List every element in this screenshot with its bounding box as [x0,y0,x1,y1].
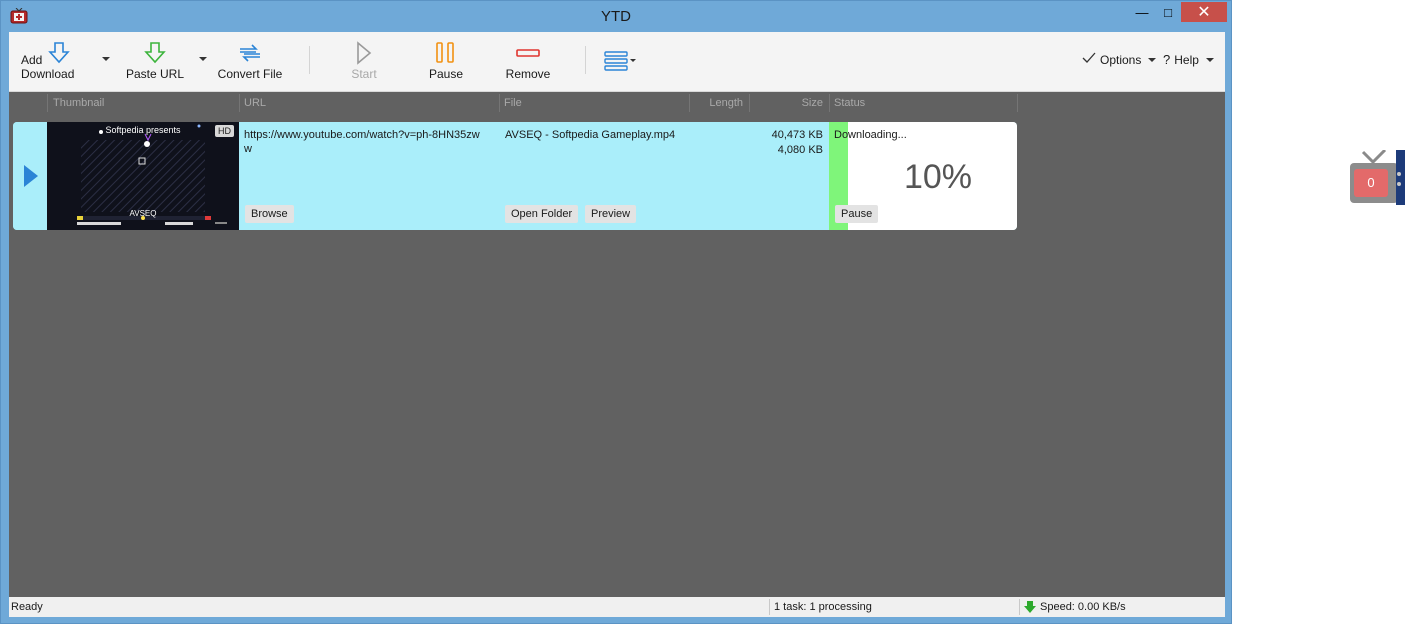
preview-button[interactable]: Preview [585,205,637,223]
pause-label: Pause [428,67,464,81]
minimize-button[interactable]: — [1128,2,1156,22]
close-button[interactable]: ✕ [1181,2,1227,22]
download-count-badge: 0 [1354,169,1388,197]
status-divider [769,599,770,615]
list-view-icon [604,51,636,71]
floating-download-widget[interactable]: 0 [1349,150,1405,205]
maximize-button[interactable]: □ [1154,2,1182,22]
add-download-dropdown-icon[interactable] [102,57,110,61]
download-list[interactable]: Thumbnail URL File Length Size Status So… [9,92,1225,597]
url-text-wrap: w [244,143,252,155]
status-speed: Speed: 0.00 KB/s [1040,601,1126,613]
pause-button[interactable]: Pause [425,32,467,92]
column-divider[interactable] [499,94,500,112]
thumbnail-title: Softpedia presents [105,125,181,135]
column-divider[interactable] [829,94,830,112]
window-title: YTD [601,8,631,25]
pause-icon [436,42,454,63]
url-text: https://www.youtube.com/watch?v=ph-8HN35… [244,129,480,141]
help-caret-icon [1205,57,1214,62]
play-icon [357,41,372,65]
toolbar: Add Download Paste URL Convert File Star… [9,32,1225,92]
status-tasks: 1 task: 1 processing [774,601,872,613]
remove-label: Remove [505,67,551,81]
options-label: Options [1100,52,1142,67]
options-menu[interactable]: Options [1082,52,1157,67]
open-folder-button[interactable]: Open Folder [505,205,579,223]
size-downloaded: 4,080 KB [777,144,823,156]
column-header-length[interactable]: Length [699,92,743,114]
view-menu-button[interactable] [601,32,639,92]
toolbar-divider [309,46,310,74]
status-ready: Ready [11,601,43,613]
paste-url-button[interactable]: Paste URL [125,32,185,92]
question-icon: ? [1163,52,1171,67]
column-header-url[interactable]: URL [244,92,266,114]
status-cell: Downloading... 10% Pause [829,122,1017,230]
status-divider [1019,599,1020,615]
thumbnail-caption: AVSEQ [129,209,157,218]
column-divider[interactable] [689,94,690,112]
start-label: Start [351,67,377,81]
start-button[interactable]: Start [344,32,384,92]
remove-button[interactable]: Remove [503,32,553,92]
help-menu[interactable]: ? Help [1163,52,1214,67]
column-divider[interactable] [1017,94,1018,112]
download-row[interactable]: Softpedia presents AVSEQ HD https://www.… [13,122,1017,230]
row-expand[interactable] [13,122,47,230]
column-header-size[interactable]: Size [769,92,823,114]
options-caret-icon [1148,57,1157,62]
progress-percent: 10% [903,158,973,196]
file-name: AVSEQ - Softpedia Gameplay.mp4 [505,129,676,141]
browse-button[interactable]: Browse [245,205,294,223]
convert-file-button[interactable]: Convert File [217,32,283,92]
checkmark-icon [1082,52,1096,67]
speed-arrow-icon [1023,600,1037,617]
size-total: 40,473 KB [771,129,823,141]
app-window: YTD — □ ✕ Add Download Paste URL Convert… [0,0,1232,624]
paste-url-label: Paste URL [125,67,185,81]
status-bar: Ready 1 task: 1 processing Speed: 0.00 K… [9,597,1225,617]
column-header-thumbnail[interactable]: Thumbnail [53,92,104,114]
arrow-down-icon [48,42,70,64]
convert-arrows-icon [240,44,260,62]
column-divider[interactable] [239,94,240,112]
remove-icon [516,49,540,57]
column-header-status[interactable]: Status [834,92,865,114]
paste-url-dropdown-icon[interactable] [199,57,207,61]
column-divider[interactable] [749,94,750,112]
column-divider[interactable] [47,94,48,112]
status-text: Downloading... [834,129,907,141]
toolbar-divider [585,46,586,74]
help-label: Help [1174,52,1199,67]
video-thumbnail[interactable]: Softpedia presents AVSEQ HD [47,122,239,230]
row-pause-button[interactable]: Pause [835,205,879,223]
play-arrow-icon [24,165,38,187]
add-download-button[interactable]: Add Download [21,32,97,92]
green-arrow-down-icon [144,42,166,64]
hd-badge: HD [215,125,234,137]
title-bar[interactable]: YTD — □ ✕ [1,1,1231,31]
url-cell: https://www.youtube.com/watch?v=ph-8HN35… [244,128,494,156]
column-header-file[interactable]: File [504,92,522,114]
convert-file-label: Convert File [217,67,283,81]
